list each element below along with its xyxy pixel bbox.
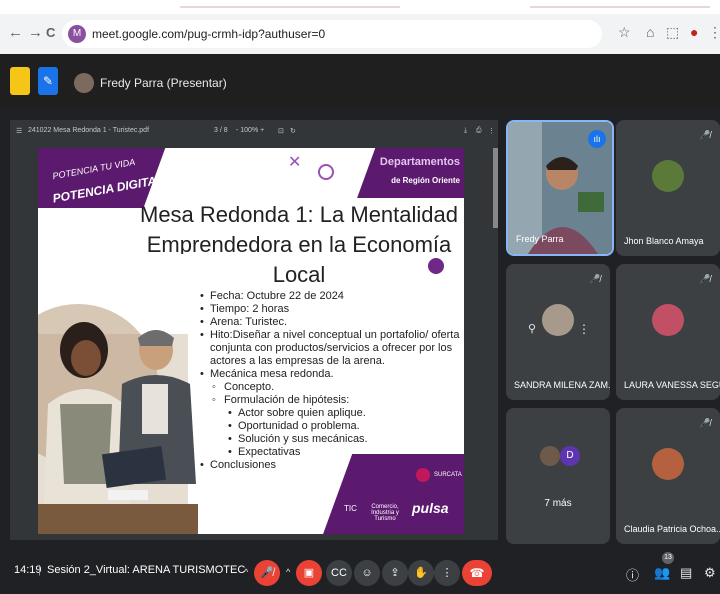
logo-surcata: SURCATA bbox=[434, 472, 462, 478]
app-icon-yellow[interactable] bbox=[10, 67, 30, 95]
mic-off-icon: 🎤̸ bbox=[589, 274, 601, 284]
separator: | bbox=[38, 564, 41, 576]
reload-icon[interactable]: C bbox=[46, 25, 55, 40]
presenter-avatar bbox=[74, 73, 94, 93]
pdf-zoom[interactable]: - 100% + bbox=[236, 127, 264, 134]
rotate-icon[interactable]: ↻ bbox=[290, 127, 296, 135]
participant-tile-more[interactable]: D 7 más bbox=[506, 408, 610, 544]
participant-tile[interactable]: 🎤̸ Claudia Patricia Ochoa... bbox=[616, 408, 720, 544]
activities-icon[interactable]: ⚙ bbox=[704, 565, 716, 581]
people-count-badge: 13 bbox=[662, 552, 674, 564]
presenter-label: Fredy Parra (Presentar) bbox=[100, 76, 227, 90]
slide-photo bbox=[38, 254, 198, 534]
pin-icon[interactable]: ⚲ bbox=[528, 322, 536, 335]
logo-pulsa: pulsa bbox=[412, 500, 449, 516]
captions-button[interactable]: CC bbox=[326, 560, 352, 586]
more-vert-icon[interactable]: ⋮ bbox=[708, 24, 720, 41]
speaking-indicator-icon: ılı bbox=[588, 130, 606, 148]
participant-tile[interactable]: 🎤̸ LAURA VANESSA SEGU... bbox=[616, 264, 720, 400]
participant-name: Jhon Blanco Amaya bbox=[624, 236, 704, 246]
raise-hand-button[interactable]: ✋ bbox=[408, 560, 434, 586]
forward-arrow-icon[interactable]: → bbox=[28, 24, 43, 41]
download-icon[interactable]: ⤓ bbox=[464, 127, 467, 135]
pdf-toolbar: ☰ 241022 Mesa Redonda 1 - Turistec.pdf 3… bbox=[10, 120, 498, 142]
present-button[interactable]: ⇪ bbox=[382, 560, 408, 586]
people-icon[interactable]: 👥 bbox=[654, 565, 670, 581]
slide-page: POTENCIA TU VIDA POTENCIA DIGITAL Depart… bbox=[38, 148, 464, 534]
url-text[interactable]: meet.google.com/pug-crmh-idp?authuser=0 bbox=[92, 27, 325, 41]
meet-control-bar: 14:19 | Sesión 2_Virtual: ARENA TURISMOT… bbox=[0, 550, 720, 594]
chat-icon[interactable]: ▤ bbox=[680, 565, 692, 581]
deco-x-icon: ✕ bbox=[288, 154, 302, 171]
avatar bbox=[652, 160, 684, 192]
avatar bbox=[652, 448, 684, 480]
slide-dep-subtitle: de Región Oriente bbox=[391, 176, 460, 185]
slide-bullet: Hito:Diseñar a nivel conceptual un porta… bbox=[198, 329, 460, 368]
slide-bullet: Mecánica mesa redonda. bbox=[198, 368, 460, 381]
slide-subbullet: Concepto. bbox=[198, 381, 460, 394]
camera-off-button[interactable]: ▣ bbox=[296, 560, 322, 586]
slide-subsubbullet: Oportunidad o problema. bbox=[198, 420, 460, 433]
slide-bullet: Tiempo: 2 horas bbox=[198, 303, 460, 316]
participant-name: LAURA VANESSA SEGU... bbox=[624, 380, 720, 390]
more-options-button[interactable]: ⋮ bbox=[434, 560, 460, 586]
slide-title-line1: Mesa Redonda 1: La Mentalidad bbox=[140, 202, 458, 227]
avatar bbox=[540, 446, 560, 466]
slide-bullet: Arena: Turistec. bbox=[198, 316, 460, 329]
avatar-initial: D bbox=[560, 446, 580, 466]
print-icon[interactable]: ⎙ bbox=[476, 127, 482, 135]
meet-top-bar: ✎ Fredy Parra (Presentar) bbox=[0, 54, 720, 108]
url-field[interactable]: M meet.google.com/pug-crmh-idp?authuser=… bbox=[62, 20, 602, 48]
participant-name: Fredy Parra bbox=[516, 234, 564, 244]
slide-subsubbullet: Solución y sus mecánicas. bbox=[198, 433, 460, 446]
participant-tile[interactable]: ılı Fredy Parra bbox=[506, 120, 614, 256]
profile-icon[interactable]: ● bbox=[690, 24, 698, 40]
chevron-up-icon[interactable]: ^ bbox=[244, 567, 248, 577]
meeting-name: Sesión 2_Virtual: ARENA TURISMOTEC bbox=[47, 564, 246, 576]
menu-icon[interactable]: ☰ bbox=[16, 127, 22, 135]
participant-name: SANDRA MILENA ZAM... bbox=[514, 380, 610, 390]
fit-page-icon[interactable]: ⊡ bbox=[278, 127, 284, 135]
slide-subsubbullet: Actor sobre quien aplique. bbox=[198, 407, 460, 420]
chevron-up-icon[interactable]: ^ bbox=[286, 567, 290, 577]
presentation-stage: ☰ 241022 Mesa Redonda 1 - Turistec.pdf 3… bbox=[10, 120, 498, 540]
emoji-button[interactable]: ☺ bbox=[354, 560, 380, 586]
surcata-logo-icon bbox=[416, 468, 430, 482]
mic-off-button[interactable]: 🎤̸ bbox=[254, 560, 280, 586]
tab-indicator bbox=[530, 6, 710, 8]
pdf-page-indicator[interactable]: 3 / 8 bbox=[214, 127, 228, 134]
slide-bullet-list: Fecha: Octubre 22 de 2024 Tiempo: 2 hora… bbox=[198, 290, 460, 472]
pdf-filename: 241022 Mesa Redonda 1 - Turistec.pdf bbox=[28, 127, 150, 134]
slide-dep-title: Departamentos bbox=[379, 156, 460, 168]
mic-off-icon: 🎤̸ bbox=[699, 274, 711, 284]
more-participants-label: 7 más bbox=[544, 498, 572, 509]
participant-name: Claudia Patricia Ochoa... bbox=[624, 524, 720, 534]
browser-tab-strip bbox=[0, 0, 720, 14]
end-call-button[interactable]: ☎ bbox=[462, 560, 492, 586]
logo-tic: TIC bbox=[344, 504, 357, 513]
lock-icon[interactable]: ⌂ bbox=[646, 24, 654, 40]
site-icon: M bbox=[68, 25, 86, 43]
more-vert-icon[interactable]: ⋮ bbox=[488, 127, 495, 135]
mic-off-icon: 🎤̸ bbox=[699, 418, 711, 428]
deco-circle-icon bbox=[318, 164, 334, 180]
logo-comercio: Comercio, Industria y Turismo bbox=[371, 504, 399, 522]
extensions-icon[interactable]: ⬚ bbox=[666, 24, 679, 41]
participant-tile[interactable]: 🎤̸ ⚲ ⋮ SANDRA MILENA ZAM... bbox=[506, 264, 610, 400]
more-vert-icon[interactable]: ⋮ bbox=[578, 322, 590, 336]
app-icon-blue[interactable]: ✎ bbox=[38, 67, 58, 95]
pdf-scrollbar[interactable] bbox=[493, 148, 498, 228]
back-arrow-icon[interactable]: ← bbox=[8, 24, 23, 41]
participant-tile[interactable]: 🎤̸ Jhon Blanco Amaya bbox=[616, 120, 720, 256]
slide-subbullet: Formulación de hipótesis: bbox=[198, 394, 460, 407]
tab-indicator bbox=[180, 6, 400, 8]
info-icon[interactable]: ⓘ bbox=[626, 565, 639, 584]
slide-bullet: Fecha: Octubre 22 de 2024 bbox=[198, 290, 460, 303]
avatar bbox=[542, 304, 574, 336]
browser-address-bar: ← → C M meet.google.com/pug-crmh-idp?aut… bbox=[0, 14, 720, 54]
mic-off-icon: 🎤̸ bbox=[699, 130, 711, 140]
avatar bbox=[652, 304, 684, 336]
star-icon[interactable]: ☆ bbox=[618, 24, 631, 41]
